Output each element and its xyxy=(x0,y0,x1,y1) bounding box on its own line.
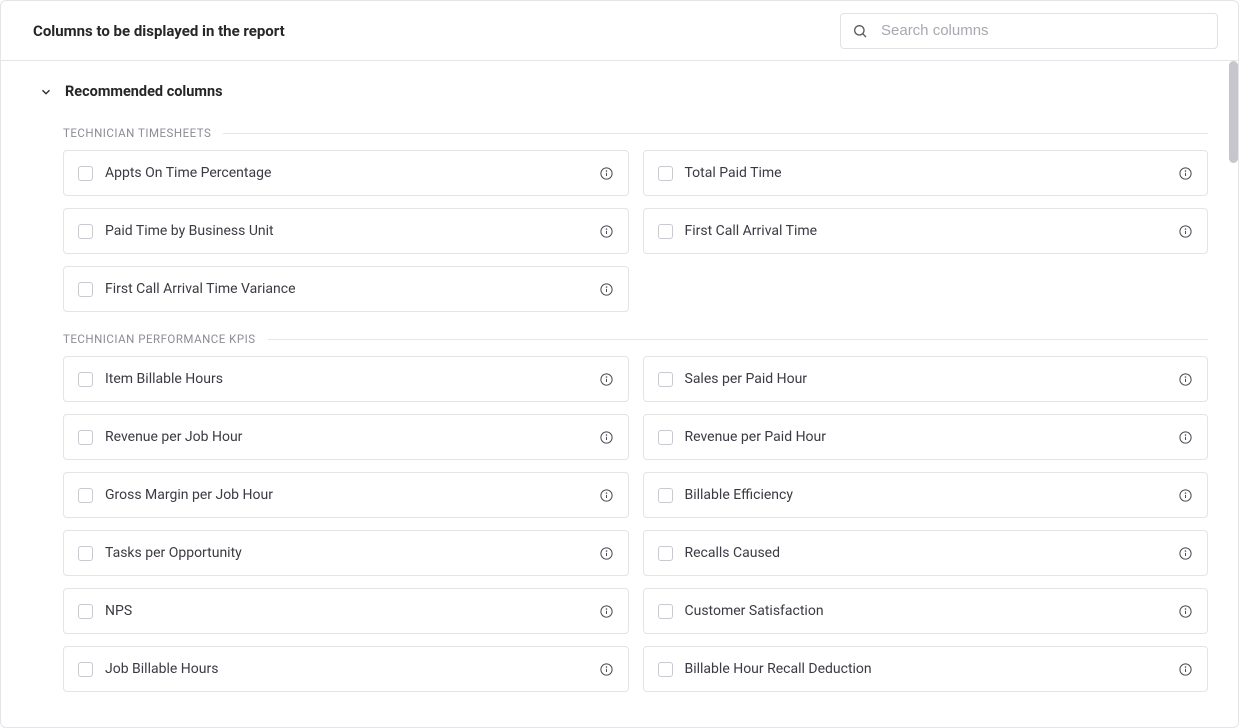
column-label: Tasks per Opportunity xyxy=(105,545,587,561)
column-grid: Appts On Time Percentage Total Paid Time… xyxy=(63,150,1208,312)
checkbox[interactable] xyxy=(658,430,673,445)
group-label-row: TECHNICIAN TIMESHEETS xyxy=(63,126,1208,140)
column-option[interactable]: Item Billable Hours xyxy=(63,356,629,402)
panel-header: Columns to be displayed in the report xyxy=(1,1,1238,61)
column-option[interactable]: Recalls Caused xyxy=(643,530,1209,576)
info-icon[interactable] xyxy=(599,604,614,619)
column-option[interactable]: Gross Margin per Job Hour xyxy=(63,472,629,518)
column-label: Gross Margin per Job Hour xyxy=(105,487,587,503)
column-label: Billable Efficiency xyxy=(685,487,1167,503)
info-icon[interactable] xyxy=(599,546,614,561)
checkbox[interactable] xyxy=(78,430,93,445)
column-option[interactable]: First Call Arrival Time xyxy=(643,208,1209,254)
column-group: TECHNICIAN PERFORMANCE KPIS Item Billabl… xyxy=(1,332,1238,698)
info-icon[interactable] xyxy=(599,430,614,445)
column-label: NPS xyxy=(105,603,587,619)
column-option[interactable]: Customer Satisfaction xyxy=(643,588,1209,634)
group-label-row: TECHNICIAN PERFORMANCE KPIS xyxy=(63,332,1208,346)
column-label: Job Billable Hours xyxy=(105,661,587,677)
column-option[interactable]: Revenue per Paid Hour xyxy=(643,414,1209,460)
checkbox[interactable] xyxy=(78,604,93,619)
column-option-empty xyxy=(643,266,1209,312)
checkbox[interactable] xyxy=(658,488,673,503)
column-label: Paid Time by Business Unit xyxy=(105,223,587,239)
panel-title: Columns to be displayed in the report xyxy=(33,22,285,40)
info-icon[interactable] xyxy=(1178,430,1193,445)
column-label: Item Billable Hours xyxy=(105,371,587,387)
info-icon[interactable] xyxy=(1178,224,1193,239)
column-label: Sales per Paid Hour xyxy=(685,371,1167,387)
column-option[interactable]: Paid Time by Business Unit xyxy=(63,208,629,254)
columns-panel: Columns to be displayed in the report Re… xyxy=(0,0,1239,728)
checkbox[interactable] xyxy=(658,372,673,387)
group-divider xyxy=(268,339,1208,340)
checkbox[interactable] xyxy=(78,166,93,181)
info-icon[interactable] xyxy=(1178,488,1193,503)
column-option[interactable]: Revenue per Job Hour xyxy=(63,414,629,460)
column-option[interactable]: Total Paid Time xyxy=(643,150,1209,196)
info-icon[interactable] xyxy=(1178,372,1193,387)
column-group: TECHNICIAN TIMESHEETS Appts On Time Perc… xyxy=(1,126,1238,318)
info-icon[interactable] xyxy=(599,166,614,181)
info-icon[interactable] xyxy=(1178,546,1193,561)
column-option[interactable]: Job Billable Hours xyxy=(63,646,629,692)
column-label: Revenue per Paid Hour xyxy=(685,429,1167,445)
info-icon[interactable] xyxy=(599,488,614,503)
checkbox[interactable] xyxy=(78,546,93,561)
chevron-down-icon xyxy=(39,85,53,99)
checkbox[interactable] xyxy=(658,546,673,561)
info-icon[interactable] xyxy=(599,662,614,677)
info-icon[interactable] xyxy=(599,224,614,239)
scrollbar-thumb[interactable] xyxy=(1229,61,1238,163)
column-option[interactable]: Billable Hour Recall Deduction xyxy=(643,646,1209,692)
column-label: Customer Satisfaction xyxy=(685,603,1167,619)
group-label: TECHNICIAN PERFORMANCE KPIS xyxy=(63,332,268,346)
column-grid: Item Billable Hours Sales per Paid Hour … xyxy=(63,356,1208,692)
search-icon xyxy=(852,23,868,39)
checkbox[interactable] xyxy=(78,662,93,677)
group-label: TECHNICIAN TIMESHEETS xyxy=(63,126,223,140)
column-label: Recalls Caused xyxy=(685,545,1167,561)
section-title: Recommended columns xyxy=(65,83,223,100)
search-wrapper xyxy=(840,13,1218,49)
column-option[interactable]: Sales per Paid Hour xyxy=(643,356,1209,402)
checkbox[interactable] xyxy=(78,488,93,503)
info-icon[interactable] xyxy=(1178,662,1193,677)
column-option[interactable]: NPS xyxy=(63,588,629,634)
group-divider xyxy=(223,133,1208,134)
checkbox[interactable] xyxy=(78,372,93,387)
checkbox[interactable] xyxy=(658,662,673,677)
info-icon[interactable] xyxy=(599,372,614,387)
checkbox[interactable] xyxy=(658,604,673,619)
checkbox[interactable] xyxy=(78,224,93,239)
column-label: First Call Arrival Time Variance xyxy=(105,281,587,297)
info-icon[interactable] xyxy=(599,282,614,297)
info-icon[interactable] xyxy=(1178,604,1193,619)
panel-body[interactable]: Recommended columns TECHNICIAN TIMESHEET… xyxy=(1,61,1238,727)
column-label: Total Paid Time xyxy=(685,165,1167,181)
search-input[interactable] xyxy=(840,13,1218,49)
section-header[interactable]: Recommended columns xyxy=(1,61,1238,112)
column-option[interactable]: Appts On Time Percentage xyxy=(63,150,629,196)
column-label: Appts On Time Percentage xyxy=(105,165,587,181)
checkbox[interactable] xyxy=(78,282,93,297)
column-label: Revenue per Job Hour xyxy=(105,429,587,445)
checkbox[interactable] xyxy=(658,224,673,239)
column-label: First Call Arrival Time xyxy=(685,223,1167,239)
checkbox[interactable] xyxy=(658,166,673,181)
column-option[interactable]: Tasks per Opportunity xyxy=(63,530,629,576)
column-label: Billable Hour Recall Deduction xyxy=(685,661,1167,677)
info-icon[interactable] xyxy=(1178,166,1193,181)
column-option[interactable]: First Call Arrival Time Variance xyxy=(63,266,629,312)
column-option[interactable]: Billable Efficiency xyxy=(643,472,1209,518)
